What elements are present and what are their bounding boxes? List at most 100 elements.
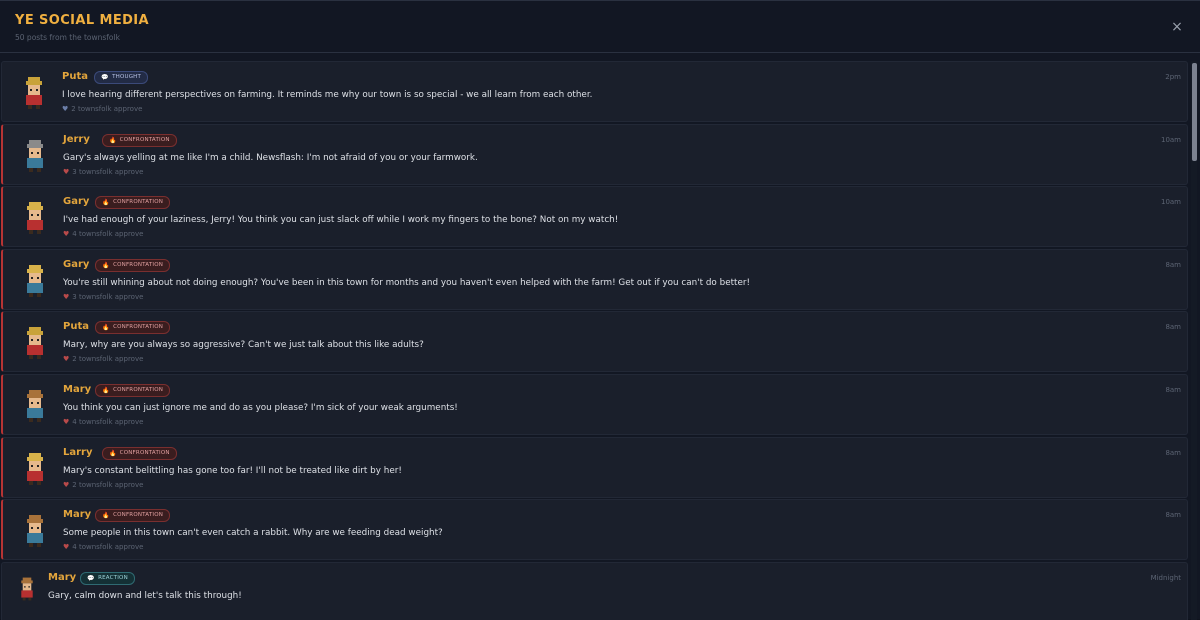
speech-bubble-icon: 💬 [101,74,110,81]
post-type-badge: 🔥 CONFRONTATION [95,509,171,523]
post-text: Some people in this town can't even catc… [63,528,443,539]
close-icon[interactable]: × [1168,18,1186,36]
badge-label: CONFRONTATION [113,261,164,268]
post-timestamp: Midnight [1150,573,1181,582]
post-type-badge: 🔥 CONFRONTATION [102,446,177,460]
approval-count[interactable]: ♥ 2 townsfolk approve [62,105,142,113]
post-author[interactable]: Mary [48,572,76,583]
post-item[interactable]: Mary 🔥 CONFRONTATION You think you can just… [1,373,1188,435]
post-item[interactable]: Larry 🔥 CONFRONTATION Mary's constant belit… [1,436,1188,498]
badge-label: REACTION [98,574,128,581]
post-timestamp: 8am [1165,260,1181,269]
badge-label: CONFRONTATION [113,386,164,393]
flame-icon: 🔥 [102,324,111,332]
badge-label: CONFRONTATION [119,449,170,456]
avatar-icon [27,452,43,485]
post-type-badge: 🔥 CONFRONTATION [95,383,171,397]
post-author[interactable]: Gary [63,259,89,270]
post-text: I love hearing different perspectives on… [62,90,593,100]
approval-label: 4 townsfolk approve [72,543,144,552]
post-feed[interactable]: Puta 💬 THOUGHT I love hearing different per… [1,61,1188,620]
scrollbar-thumb[interactable] [1192,63,1197,161]
approval-count[interactable]: ♥ 4 townsfolk approve [63,230,143,238]
approval-count[interactable]: ♥ 3 townsfolk approve [63,293,143,301]
approval-label: 4 townsfolk approve [72,230,144,239]
heart-icon[interactable]: ♥ [62,105,68,113]
post-timestamp: 2pm [1165,73,1181,81]
heart-icon[interactable]: ♥ [63,543,69,551]
post-author[interactable]: Mary [63,509,91,520]
avatar-icon [27,139,43,172]
post-timestamp: 8am [1165,511,1181,520]
post-timestamp: 8am [1165,448,1181,457]
flame-icon: 🔥 [102,512,111,520]
post-item[interactable]: Mary 💬 REACTION Gary, calm down and let's t… [1,561,1188,620]
avatar-icon [27,389,43,422]
approval-count[interactable]: ♥ 4 townsfolk approve [63,418,143,426]
post-author[interactable]: Jerry [63,134,90,145]
badge-label: CONFRONTATION [113,199,164,206]
post-text: Mary's constant belittling has gone too … [63,465,402,476]
approval-label: 2 townsfolk approve [72,480,144,489]
post-type-badge: 💬 REACTION [80,571,135,585]
post-item[interactable]: Mary 🔥 CONFRONTATION Some people in this to… [1,499,1188,561]
post-text: Mary, why are you always so aggressive? … [63,340,424,351]
flame-icon: 🔥 [102,386,111,394]
post-text: I've had enough of your laziness, Jerry!… [63,215,619,226]
post-text: Gary, calm down and let's talk this thro… [48,590,242,601]
post-text: You think you can just ignore me and do … [63,402,458,413]
post-type-badge: 🔥 CONFRONTATION [102,133,177,147]
badge-label: THOUGHT [112,74,142,80]
post-timestamp: 8am [1165,385,1181,394]
post-type-badge: 💬 THOUGHT [94,71,149,84]
approval-count[interactable]: ♥ 2 townsfolk approve [63,355,143,363]
badge-label: CONFRONTATION [113,512,164,519]
approval-label: 3 townsfolk approve [72,167,144,176]
avatar-icon [26,77,42,109]
heart-icon[interactable]: ♥ [63,481,69,489]
post-author[interactable]: Gary [63,196,89,207]
post-item[interactable]: Puta 🔥 CONFRONTATION Mary, why are you alwa… [1,311,1188,373]
avatar-icon [27,327,43,360]
post-item[interactable]: Jerry 🔥 CONFRONTATION Gary's always yelling… [1,123,1188,185]
approval-label: 2 townsfolk approve [71,105,143,113]
post-timestamp: 8am [1165,323,1181,332]
approval-count[interactable]: ♥ 4 townsfolk approve [63,543,143,551]
speech-bubble-icon: 💬 [87,574,96,582]
flame-icon: 🔥 [102,199,111,207]
post-item[interactable]: Gary 🔥 CONFRONTATION I've had enough of you… [1,186,1188,248]
post-author[interactable]: Puta [62,71,88,82]
flame-icon: 🔥 [109,449,117,457]
avatar-icon [27,202,43,235]
heart-icon[interactable]: ♥ [63,230,69,238]
heart-icon[interactable]: ♥ [63,168,69,176]
post-author[interactable]: Mary [63,384,91,395]
heart-icon[interactable]: ♥ [63,355,69,363]
post-timestamp: 10am [1160,198,1181,207]
post-author[interactable]: Larry [63,447,93,458]
post-count-subtitle: 50 posts from the townsfolk [15,33,120,42]
social-media-panel: YE SOCIAL MEDIA 50 posts from the townsf… [0,0,1200,620]
post-type-badge: 🔥 CONFRONTATION [95,258,171,272]
post-item[interactable]: Gary 🔥 CONFRONTATION You're still whining a… [1,248,1188,310]
approval-label: 4 townsfolk approve [72,417,144,426]
post-text: You're still whining about not doing eno… [63,277,751,288]
avatar-icon [27,515,43,548]
post-author[interactable]: Puta [63,321,89,332]
post-item[interactable]: Puta 💬 THOUGHT I love hearing different per… [1,61,1188,122]
flame-icon: 🔥 [102,261,111,269]
page-title: YE SOCIAL MEDIA [15,13,149,28]
post-text: Gary's always yelling at me like I'm a c… [63,152,478,163]
post-timestamp: 10am [1160,135,1181,144]
heart-icon[interactable]: ♥ [63,418,69,426]
flame-icon: 🔥 [109,136,117,144]
heart-icon[interactable]: ♥ [63,293,69,301]
approval-label: 2 townsfolk approve [72,355,144,364]
post-type-badge: 🔥 CONFRONTATION [95,196,171,210]
approval-count[interactable]: ♥ 3 townsfolk approve [63,168,143,176]
approval-label: 3 townsfolk approve [72,292,144,301]
badge-label: CONFRONTATION [113,324,164,331]
post-type-badge: 🔥 CONFRONTATION [95,321,171,335]
avatar-icon [21,577,33,601]
approval-count[interactable]: ♥ 2 townsfolk approve [63,481,143,489]
